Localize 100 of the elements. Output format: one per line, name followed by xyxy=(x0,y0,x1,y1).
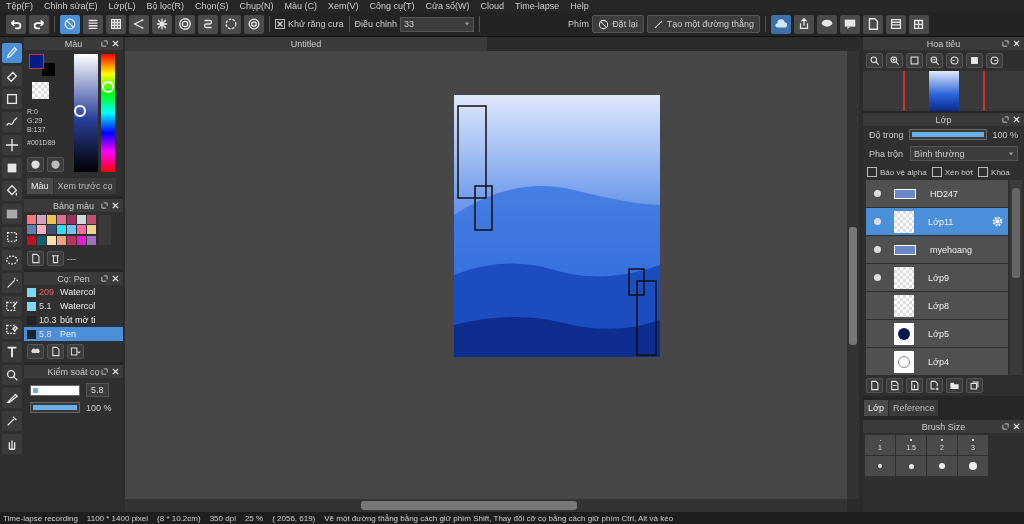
detach-icon[interactable] xyxy=(101,40,108,47)
hue-thumb[interactable] xyxy=(102,80,114,93)
brush-size-cell[interactable] xyxy=(865,456,895,476)
menu-item[interactable]: Time-lapse xyxy=(515,1,560,11)
visibility-dot[interactable] xyxy=(873,274,881,281)
palette-swatch[interactable] xyxy=(37,235,46,245)
new-brush-button[interactable] xyxy=(47,344,64,359)
reset-button[interactable]: Đặt lại xyxy=(592,15,644,33)
fill-square-tool[interactable] xyxy=(2,158,22,178)
menu-item[interactable]: Cloud xyxy=(480,1,505,11)
palette-swatch[interactable] xyxy=(67,235,76,245)
drawing-mode-button[interactable] xyxy=(221,14,241,34)
palette-swatch[interactable] xyxy=(57,225,66,235)
gear-icon[interactable] xyxy=(991,215,1004,228)
brush-size-cell[interactable] xyxy=(927,456,957,476)
transparent-swatch[interactable] xyxy=(32,82,49,99)
menu-item[interactable]: Cửa sổ(W) xyxy=(425,1,470,11)
close-icon[interactable] xyxy=(112,202,119,209)
brush-size-cell[interactable] xyxy=(896,456,926,476)
brush-size-cell[interactable] xyxy=(958,456,988,476)
checkbox[interactable] xyxy=(931,167,942,177)
visibility-dot[interactable] xyxy=(873,246,881,253)
dotted-square-tool[interactable] xyxy=(2,227,22,247)
drawing-mode-button[interactable] xyxy=(175,14,195,34)
palette-swatch[interactable] xyxy=(47,235,56,245)
undo-button[interactable] xyxy=(6,14,26,34)
menu-item[interactable]: Bộ lọc(R) xyxy=(146,1,184,11)
pointer-tool[interactable] xyxy=(2,365,22,385)
menu-item[interactable]: Tệp(F) xyxy=(6,1,33,11)
panel-tab[interactable]: Xem trước cọ xyxy=(53,178,117,194)
eyedropper-tool[interactable] xyxy=(2,411,22,431)
brush-menu-button[interactable] xyxy=(67,344,84,359)
palette-swatch[interactable] xyxy=(27,215,36,224)
checkbox[interactable] xyxy=(275,19,285,29)
visibility-dot[interactable] xyxy=(873,190,881,197)
palette-swatch[interactable] xyxy=(87,225,96,235)
knife-tool[interactable] xyxy=(2,388,22,408)
palette-swatch[interactable] xyxy=(57,235,66,245)
checkbox[interactable] xyxy=(978,167,989,177)
select-eraser-tool[interactable] xyxy=(2,319,22,339)
add-layer-button[interactable] xyxy=(926,378,943,393)
square-tool[interactable] xyxy=(2,89,22,109)
palette-swatch[interactable] xyxy=(37,215,46,224)
comment-button[interactable] xyxy=(840,14,861,34)
blend-dropdown[interactable]: Bình thường xyxy=(910,146,1018,161)
select-pen-tool[interactable] xyxy=(2,296,22,316)
fit-button[interactable] xyxy=(906,53,923,68)
detach-icon[interactable] xyxy=(101,275,108,282)
drawing-mode-button[interactable] xyxy=(60,14,80,34)
detach-icon[interactable] xyxy=(1002,423,1009,430)
vertical-scrollbar[interactable] xyxy=(847,51,859,499)
palette-swatch[interactable] xyxy=(87,235,96,245)
color-picker-button[interactable] xyxy=(47,157,64,172)
detach-icon[interactable] xyxy=(1002,40,1009,47)
layer-row[interactable]: Lớp4 xyxy=(866,348,1008,375)
visibility-dot[interactable] xyxy=(873,218,881,225)
lasso-tool[interactable] xyxy=(2,250,22,270)
move-tool[interactable] xyxy=(2,135,22,155)
document-tab[interactable]: Untitled xyxy=(125,37,487,51)
canvas-preview[interactable] xyxy=(928,71,959,111)
menu-item[interactable]: Lớp(L) xyxy=(108,1,136,11)
panel-tab[interactable]: Lớp xyxy=(864,400,888,416)
menu-item[interactable]: Xem(V) xyxy=(328,1,359,11)
menu-item[interactable]: Help xyxy=(570,1,589,11)
delete-button[interactable] xyxy=(47,251,64,266)
wand-tool[interactable] xyxy=(2,273,22,293)
palette-swatch[interactable] xyxy=(67,215,76,224)
rotate-right-button[interactable] xyxy=(986,53,1003,68)
speech-button[interactable] xyxy=(817,14,838,34)
adjust-dropdown[interactable]: 33 xyxy=(400,16,475,32)
hand-tool[interactable] xyxy=(2,434,22,454)
palette-swatch[interactable] xyxy=(67,225,76,235)
straight-line-button[interactable]: Tạo một đường thẳng xyxy=(646,15,761,33)
close-icon[interactable] xyxy=(112,40,119,47)
palette-swatch[interactable] xyxy=(77,235,86,245)
size-value[interactable]: 5.8 xyxy=(86,383,109,397)
cloud-button[interactable] xyxy=(771,14,792,34)
stroke-tool[interactable] xyxy=(2,112,22,132)
detach-icon[interactable] xyxy=(101,202,108,209)
eraser-tool[interactable] xyxy=(2,66,22,86)
palette-swatch[interactable] xyxy=(27,235,36,245)
checkbox[interactable] xyxy=(867,167,877,177)
layer-row[interactable]: HD247 xyxy=(866,180,1008,207)
background-color-swatch[interactable] xyxy=(42,63,55,76)
fullscreen-button[interactable] xyxy=(966,53,983,68)
new-page-button[interactable] xyxy=(866,378,883,393)
bucket-tool[interactable] xyxy=(2,181,22,201)
detach-icon[interactable] xyxy=(1002,116,1009,123)
layer-row[interactable]: Lớp9 xyxy=(866,264,1008,291)
palette-button[interactable] xyxy=(27,157,44,172)
close-icon[interactable] xyxy=(112,275,119,282)
share-button[interactable] xyxy=(794,14,815,34)
close-icon[interactable] xyxy=(1013,116,1020,123)
zoom-reset-button[interactable] xyxy=(866,53,883,68)
menu-item[interactable]: Chọn(S) xyxy=(195,1,229,11)
document-button[interactable] xyxy=(863,14,884,34)
folder-button[interactable] xyxy=(946,378,963,393)
layer-row[interactable]: Lớp8 xyxy=(866,292,1008,319)
drawing-mode-button[interactable] xyxy=(129,14,149,34)
scrollbar[interactable] xyxy=(1010,180,1022,375)
